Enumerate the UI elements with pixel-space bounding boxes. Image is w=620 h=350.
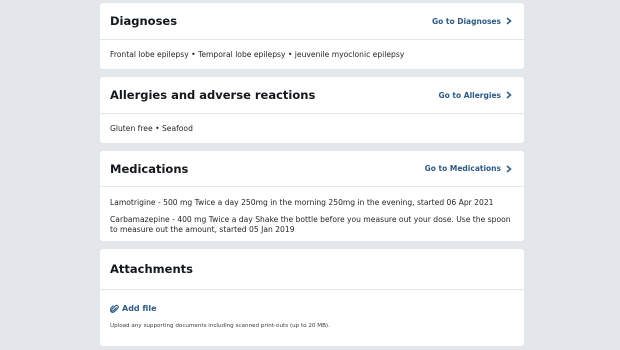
- go-to-medications-label: Go to Medications: [424, 164, 501, 173]
- medication-item: Lamotrigine - 500 mg Twice a day 250mg i…: [110, 198, 494, 207]
- add-file-label: Add file: [122, 304, 157, 313]
- go-to-allergies-label: Go to Allergies: [438, 90, 502, 100]
- chevron-right-icon: [506, 91, 512, 99]
- go-to-medications-link[interactable]: Go to Medications: [425, 164, 512, 173]
- medications-title: Medications: [110, 161, 189, 176]
- allergies-header: Allergies and adverse reactions Go to Al…: [100, 77, 524, 114]
- diagnoses-body: Frontal lobe epilepsy • Temporal lobe ep…: [100, 40, 524, 60]
- attachments-header: Attachments: [100, 249, 524, 290]
- add-file-button[interactable]: Add file: [110, 304, 514, 314]
- diagnoses-title: Diagnoses: [110, 14, 178, 28]
- diagnoses-list: Frontal lobe epilepsy • Temporal lobe ep…: [110, 50, 405, 59]
- allergies-title: Allergies and adverse reactions: [110, 88, 316, 102]
- chevron-right-icon: [506, 17, 512, 25]
- go-to-allergies-link[interactable]: Go to Allergies: [439, 91, 513, 100]
- go-to-diagnoses-link[interactable]: Go to Diagnoses: [432, 17, 512, 26]
- diagnoses-card: Diagnoses Go to Diagnoses Frontal lobe e…: [100, 3, 524, 69]
- attachments-title: Attachments: [110, 262, 193, 276]
- medications-header: Medications Go to Medications: [100, 151, 524, 187]
- diagnoses-header: Diagnoses Go to Diagnoses: [100, 3, 524, 40]
- allergies-card: Allergies and adverse reactions Go to Al…: [100, 77, 524, 143]
- upload-hint: Upload any supporting documents includin…: [110, 323, 330, 329]
- medications-card: Medications Go to Medications Lamotrigin…: [100, 151, 524, 241]
- go-to-diagnoses-label: Go to Diagnoses: [431, 16, 501, 26]
- medication-item: Carbamazepine - 400 mg Twice a day Shake…: [110, 215, 511, 234]
- medications-body: Lamotrigine - 500 mg Twice a day 250mg i…: [100, 187, 524, 235]
- allergies-list: Gluten free • Seafood: [110, 124, 193, 133]
- attachments-card: Attachments Add file Upload any supporti…: [100, 249, 524, 346]
- paperclip-icon: [110, 304, 119, 313]
- allergies-body: Gluten free • Seafood: [100, 114, 524, 134]
- chevron-right-icon: [506, 164, 512, 173]
- attachments-body: Add file Upload any supporting documents…: [100, 290, 524, 331]
